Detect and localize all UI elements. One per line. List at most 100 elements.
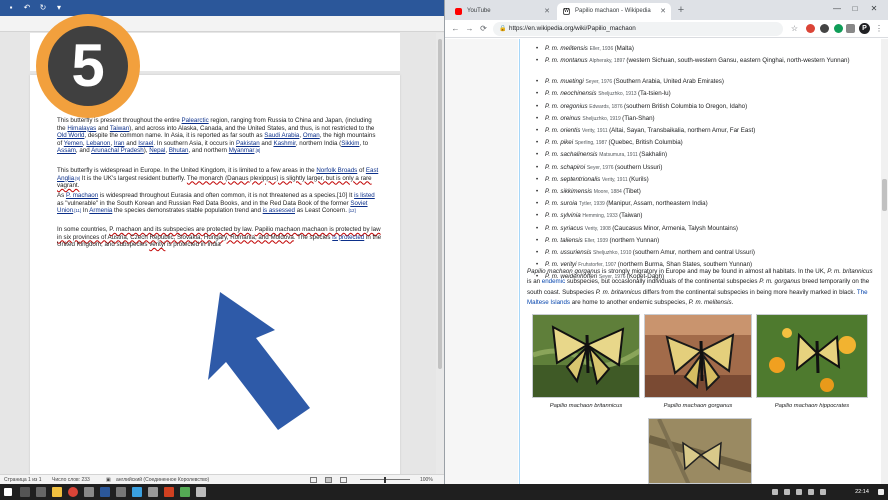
undo-icon[interactable]: ↶ (22, 3, 32, 13)
hyperlink[interactable]: Arunachal Pradesh (91, 147, 144, 154)
tray-icon[interactable] (772, 489, 778, 495)
word-vertical-scrollbar[interactable] (436, 33, 444, 474)
hyperlink[interactable]: Armenia (89, 207, 112, 214)
customize-icon[interactable]: ▾ (54, 3, 64, 13)
app-icon[interactable] (116, 487, 126, 497)
youtube-icon (455, 8, 462, 15)
chrome-icon[interactable] (68, 487, 78, 497)
text-run: . The species (293, 233, 333, 241)
hyperlink[interactable]: Kashmir (273, 140, 295, 147)
save-icon[interactable]: ▪ (6, 3, 16, 13)
photo-hippocrates[interactable] (756, 314, 868, 398)
word-count[interactable]: Число слов: 233 (52, 475, 90, 484)
more-menu-icon[interactable]: ⋮ (875, 23, 883, 34)
redo-icon[interactable]: ↻ (38, 3, 48, 13)
start-icon[interactable] (4, 488, 12, 496)
keyboard-layout-icon[interactable] (820, 489, 826, 495)
hyperlink[interactable]: Assam (57, 147, 76, 154)
tab-youtube[interactable]: YouTube ✕ (449, 3, 555, 20)
subspecies-range: (northern Yunnan) (609, 236, 660, 244)
scroll-thumb[interactable] (438, 39, 442, 369)
tab-wikipedia[interactable]: W Papilio machaon - Wikipedia ✕ (557, 3, 671, 20)
new-tab-button[interactable]: + (675, 4, 687, 16)
app-icon[interactable] (148, 487, 158, 497)
minimize-icon[interactable]: — (831, 3, 843, 15)
zoom-slider-knob[interactable] (384, 477, 386, 483)
language-indicator[interactable]: английский (Соединенное Королевство) (116, 475, 209, 484)
reload-icon[interactable]: ⟳ (478, 23, 489, 34)
text-run: is an (527, 278, 542, 286)
paragraph-uk[interactable]: This butterfly is widespread in Europe. … (57, 167, 382, 190)
network-icon[interactable] (796, 489, 802, 495)
paragraph-range[interactable]: This butterfly is present throughout the… (57, 117, 382, 155)
hyperlink[interactable]: Himalayas (67, 125, 96, 132)
hyperlink[interactable]: Oman (303, 132, 320, 139)
read-mode-button[interactable] (310, 477, 317, 483)
extension-icon[interactable] (834, 24, 843, 33)
paragraph-conservation[interactable]: As P. machaon is widespread throughout E… (57, 192, 382, 215)
back-icon[interactable]: ← (450, 23, 461, 34)
photo-britannicus[interactable] (532, 314, 640, 398)
photo-gorganus[interactable] (644, 314, 752, 398)
app-icon[interactable] (132, 487, 142, 497)
browser-vertical-scrollbar[interactable] (881, 39, 888, 484)
paragraph-protection[interactable]: In some countries, P. machaon and its su… (57, 226, 382, 249)
wikipedia-page: • P. m. melitensis Eller, 1936 (Malta) • P.… (445, 39, 888, 484)
hyperlink[interactable]: Taiwan (110, 125, 129, 132)
zoom-level[interactable]: 100% (420, 475, 433, 484)
web-layout-button[interactable] (340, 477, 347, 483)
proofing-icon[interactable]: ▣ (106, 475, 111, 484)
tray-icon[interactable] (784, 489, 790, 495)
hyperlink[interactable]: is assessed (263, 207, 295, 214)
page-count[interactable]: Страница 1 из 1 (4, 475, 41, 484)
wiki-link[interactable]: endemic (542, 278, 565, 285)
address-bar[interactable]: 🔒 https://en.wikipedia.org/wiki/Papilio_… (493, 22, 783, 36)
hyperlink[interactable]: Saudi Arabia (264, 132, 299, 139)
hyperlink[interactable]: Palearctic (182, 117, 209, 124)
scroll-thumb[interactable] (882, 179, 887, 211)
hyperlink[interactable]: Norfolk Broads (316, 167, 357, 174)
app-icon[interactable] (84, 487, 94, 497)
close-window-icon[interactable]: ✕ (868, 3, 880, 15)
url-text: https://en.wikipedia.org/wiki/Papilio_ma… (509, 25, 636, 32)
clock[interactable]: 22:14 (847, 484, 877, 500)
text-run: It is the UK's largest resident butterfl… (80, 174, 187, 182)
task-view-icon[interactable] (36, 487, 46, 497)
profile-avatar[interactable]: P (859, 23, 870, 34)
hyperlink[interactable]: Yemen (64, 140, 83, 147)
hyperlink[interactable]: Lebanon (86, 140, 110, 147)
hyperlink[interactable]: Iran (114, 140, 125, 147)
app-icon[interactable] (164, 487, 174, 497)
app-icon[interactable] (180, 487, 190, 497)
photo-fourth[interactable] (648, 418, 752, 484)
close-tab-icon[interactable]: ✕ (544, 3, 550, 20)
word-taskbar-icon[interactable] (100, 487, 110, 497)
hyperlink[interactable]: Old World (57, 132, 84, 139)
bookmark-star-icon[interactable]: ☆ (789, 23, 800, 34)
app-icon[interactable] (196, 487, 206, 497)
maximize-icon[interactable]: □ (849, 3, 861, 15)
hyperlink[interactable]: P. machaon (66, 192, 98, 199)
search-icon[interactable] (20, 487, 30, 497)
hyperlink[interactable]: is protected (332, 234, 364, 241)
taxon-name: P. m. britannicus (827, 268, 873, 275)
notifications-icon[interactable] (878, 489, 884, 495)
subspecies-authority: Hemming, 1933 (582, 213, 620, 220)
file-explorer-icon[interactable] (52, 487, 62, 497)
hyperlink[interactable]: Israel (138, 140, 153, 147)
hyperlink[interactable]: Nepal (149, 147, 165, 154)
bullet-icon: • (536, 58, 539, 65)
extension-icon[interactable] (820, 24, 829, 33)
extension-icon[interactable] (806, 24, 815, 33)
forward-icon[interactable]: → (464, 23, 475, 34)
hyperlink[interactable]: Bhutan (169, 147, 189, 154)
print-layout-button[interactable] (325, 477, 332, 483)
hyperlink[interactable]: is listed (354, 192, 375, 199)
hyperlink[interactable]: Myanmar (229, 147, 255, 154)
bullet-icon: • (536, 46, 539, 52)
volume-icon[interactable] (808, 489, 814, 495)
close-tab-icon[interactable]: ✕ (660, 3, 666, 20)
hyperlink[interactable]: Pakistan (236, 140, 260, 147)
hyperlink[interactable]: Sikkim (341, 140, 359, 147)
extension-icon[interactable] (846, 24, 855, 33)
